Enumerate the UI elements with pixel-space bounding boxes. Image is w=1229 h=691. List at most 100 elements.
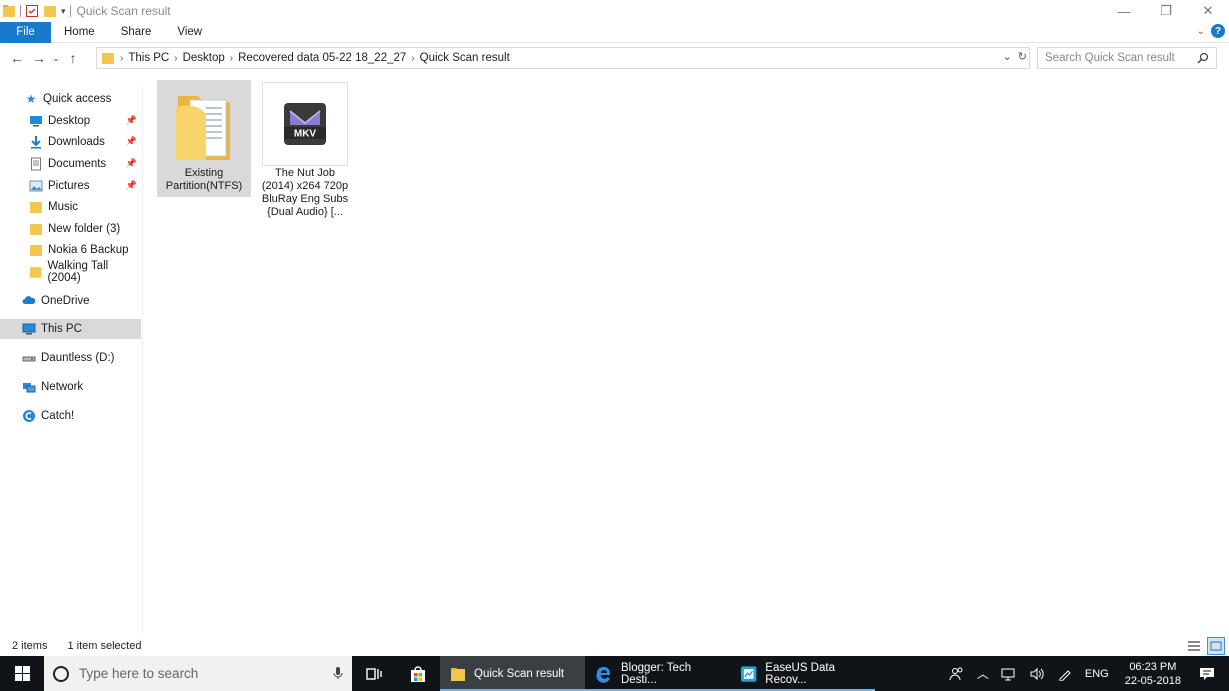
catch-icon: [23, 410, 35, 422]
nav-item-walking-tall[interactable]: Walking Tall (2004): [0, 260, 141, 284]
recent-locations-icon[interactable]: ⌄: [50, 47, 62, 69]
address-tail: ⌄ ↻: [1003, 50, 1027, 63]
nav-label: Pictures: [48, 180, 90, 192]
navigation-pane: ★ Quick access Desktop 📌 Downloads 📌 Doc…: [0, 86, 143, 634]
restore-button[interactable]: ❐: [1145, 0, 1187, 22]
chevron-up-icon[interactable]: ︿: [971, 665, 995, 682]
cloud-icon: [22, 296, 36, 304]
minimize-button[interactable]: —: [1103, 0, 1145, 22]
pin-icon[interactable]: 📌: [126, 115, 137, 126]
nav-label: Quick access: [43, 93, 112, 105]
help-icon[interactable]: ?: [1211, 24, 1225, 38]
pin-icon[interactable]: 📌: [126, 158, 137, 169]
selection-count: 1 item selected: [67, 640, 142, 652]
address-bar[interactable]: › This PC › Desktop › Recovered data 05-…: [96, 47, 1030, 69]
mkv-thumbnail: MKV: [262, 82, 348, 166]
store-icon: [411, 665, 425, 682]
expand-ribbon-icon[interactable]: ⌄: [1197, 26, 1205, 37]
search-box[interactable]: Search Quick Scan result: [1037, 47, 1217, 69]
nav-drive-d[interactable]: Dauntless (D:): [0, 348, 141, 368]
nav-item-nokia-6-backup[interactable]: Nokia 6 Backup: [0, 240, 141, 260]
breadcrumb-quick-scan-result[interactable]: Quick Scan result: [416, 52, 514, 64]
tab-file[interactable]: File: [0, 21, 51, 43]
new-folder-icon[interactable]: [43, 4, 57, 18]
nav-catch[interactable]: Catch!: [0, 406, 141, 426]
edge-icon: [596, 666, 610, 683]
navigation-bar: ← → ⌄ ↑ › This PC › Desktop › Recovered …: [0, 46, 1229, 70]
view-toggles: [1185, 637, 1225, 655]
window-title: Quick Scan result: [76, 4, 171, 18]
qat-dropdown-icon[interactable]: ▾: [61, 6, 66, 17]
properties-icon[interactable]: [25, 4, 39, 18]
taskbar-app-explorer[interactable]: Quick Scan result: [440, 656, 585, 691]
pen-workspace-icon[interactable]: [1051, 667, 1079, 681]
taskbar-app-edge[interactable]: Blogger: Tech Desti...: [585, 656, 730, 691]
nav-label: Documents: [48, 158, 107, 170]
search-input[interactable]: Search Quick Scan result: [1045, 52, 1175, 64]
mkv-badge-text: MKV: [294, 129, 317, 140]
details-view-icon[interactable]: [1185, 637, 1203, 655]
nav-item-music[interactable]: Music: [0, 197, 141, 217]
network-status-icon[interactable]: [995, 667, 1023, 681]
window-controls: — ❐ ✕: [1103, 0, 1229, 22]
nav-item-documents[interactable]: Documents 📌: [0, 154, 141, 174]
tab-home[interactable]: Home: [51, 22, 108, 43]
pin-icon[interactable]: 📌: [126, 136, 137, 147]
store-button[interactable]: [396, 656, 440, 691]
taskbar-search-input[interactable]: Type here to search: [79, 666, 198, 681]
nav-label: Music: [48, 201, 79, 213]
folder-icon: [30, 202, 42, 213]
folder-icon: [102, 53, 114, 64]
refresh-icon[interactable]: ↻: [1018, 50, 1027, 63]
breadcrumb-desktop[interactable]: Desktop: [179, 52, 229, 64]
folder-icon[interactable]: [2, 4, 16, 18]
nav-onedrive[interactable]: OneDrive: [0, 291, 141, 311]
taskbar-app-easeus[interactable]: EaseUS Data Recov...: [730, 656, 875, 691]
nav-this-pc[interactable]: This PC: [0, 319, 141, 339]
status-bar: 2 items 1 item selected: [0, 636, 1229, 656]
folder-icon: [29, 267, 42, 278]
nav-item-desktop[interactable]: Desktop 📌: [0, 111, 141, 131]
nav-item-pictures[interactable]: Pictures 📌: [0, 176, 141, 196]
taskbar-search[interactable]: Type here to search: [44, 656, 352, 691]
forward-button[interactable]: →: [28, 47, 50, 69]
action-center-icon[interactable]: [1191, 667, 1229, 681]
tab-view[interactable]: View: [164, 22, 215, 43]
taskbar-app-label: Blogger: Tech Desti...: [620, 661, 692, 686]
microphone-icon[interactable]: [332, 666, 344, 680]
pin-icon[interactable]: 📌: [126, 180, 137, 191]
nav-item-downloads[interactable]: Downloads 📌: [0, 132, 141, 152]
task-view-button[interactable]: [352, 656, 396, 691]
search-icon: [1197, 52, 1209, 64]
file-name: The Nut Job (2014) x264 720p BluRay Eng …: [261, 167, 349, 218]
up-button[interactable]: ↑: [62, 47, 84, 69]
nav-label: New folder (3): [48, 223, 121, 235]
taskbar: Type here to search Quick Scan result Bl…: [0, 656, 1229, 691]
people-icon[interactable]: [943, 667, 971, 681]
nav-item-new-folder-3[interactable]: New folder (3): [0, 219, 141, 239]
volume-icon[interactable]: [1023, 667, 1051, 681]
documents-icon: [31, 157, 41, 171]
address-dropdown-icon[interactable]: ⌄: [1003, 50, 1012, 63]
close-button[interactable]: ✕: [1187, 0, 1229, 22]
nav-quick-access[interactable]: ★ Quick access: [0, 89, 141, 109]
windows-logo-icon: [14, 666, 30, 681]
download-icon: [31, 136, 41, 149]
file-item-mkv[interactable]: MKV The Nut Job (2014) x264 720p BluRay …: [258, 80, 352, 230]
back-button[interactable]: ←: [6, 47, 28, 69]
breadcrumb-recovered-data[interactable]: Recovered data 05-22 18_22_27: [234, 52, 410, 64]
clock[interactable]: 06:23 PM 22-05-2018: [1115, 660, 1191, 688]
star-icon: ★: [25, 92, 37, 106]
breadcrumb-this-pc[interactable]: This PC: [124, 52, 173, 64]
file-item-folder[interactable]: Existing Partition(NTFS): [157, 80, 251, 197]
nav-label: Downloads: [48, 136, 105, 148]
file-name: Existing Partition(NTFS): [165, 167, 243, 192]
nav-network[interactable]: Network: [0, 377, 141, 397]
quick-access-toolbar: ▾: [0, 4, 71, 18]
start-button[interactable]: [0, 656, 44, 691]
input-language[interactable]: ENG: [1079, 668, 1115, 680]
tab-share[interactable]: Share: [108, 22, 165, 43]
file-view: Existing Partition(NTFS) MKV The Nut Job…: [144, 72, 1229, 634]
large-icons-view-icon[interactable]: [1207, 637, 1225, 655]
nav-label: OneDrive: [41, 295, 90, 307]
